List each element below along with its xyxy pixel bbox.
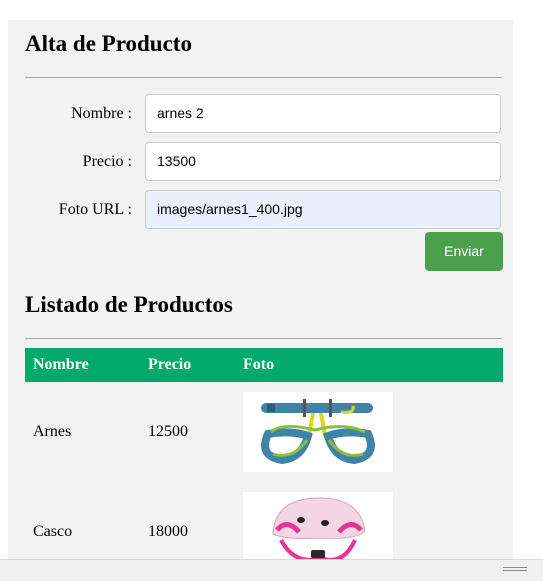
form-title: Alta de Producto: [25, 31, 192, 56]
table-header-row: Nombre Precio Foto: [25, 348, 503, 382]
column-header-nombre: Nombre: [25, 348, 140, 382]
precio-label: Precio :: [82, 153, 132, 170]
helmet-image: [243, 492, 393, 560]
harness-image: [243, 392, 393, 472]
foto-url-label: Foto URL :: [58, 201, 132, 218]
table-row: Arnes 12500: [25, 382, 503, 482]
form-divider: [25, 77, 502, 78]
product-price: 12500: [148, 423, 188, 440]
column-header-precio: Precio: [140, 348, 235, 382]
product-name: Arnes: [33, 423, 72, 440]
product-name: Casco: [33, 523, 73, 540]
nombre-label: Nombre :: [71, 105, 132, 122]
enviar-button[interactable]: Enviar: [425, 232, 503, 271]
resize-grip-icon[interactable]: [503, 567, 527, 573]
products-table: Nombre Precio Foto Arnes 12500 Casco 180…: [25, 348, 503, 560]
product-photo-cell: [235, 482, 503, 560]
nombre-input[interactable]: arnes 2: [145, 94, 501, 133]
list-title: Listado de Productos: [25, 292, 233, 317]
right-blank-area: [513, 20, 543, 560]
list-divider: [25, 338, 502, 339]
foto-url-input[interactable]: images/arnes1_400.jpg: [145, 190, 501, 229]
product-photo-cell: [235, 382, 503, 482]
left-edge: [0, 20, 8, 560]
column-header-foto: Foto: [235, 348, 503, 382]
product-price: 18000: [148, 523, 188, 540]
precio-input[interactable]: 13500: [145, 142, 501, 181]
status-bar: [0, 559, 543, 581]
main-panel: Alta de Producto Nombre : arnes 2 Precio…: [8, 20, 513, 560]
top-strip: [0, 0, 543, 21]
table-row: Casco 18000: [25, 482, 503, 560]
